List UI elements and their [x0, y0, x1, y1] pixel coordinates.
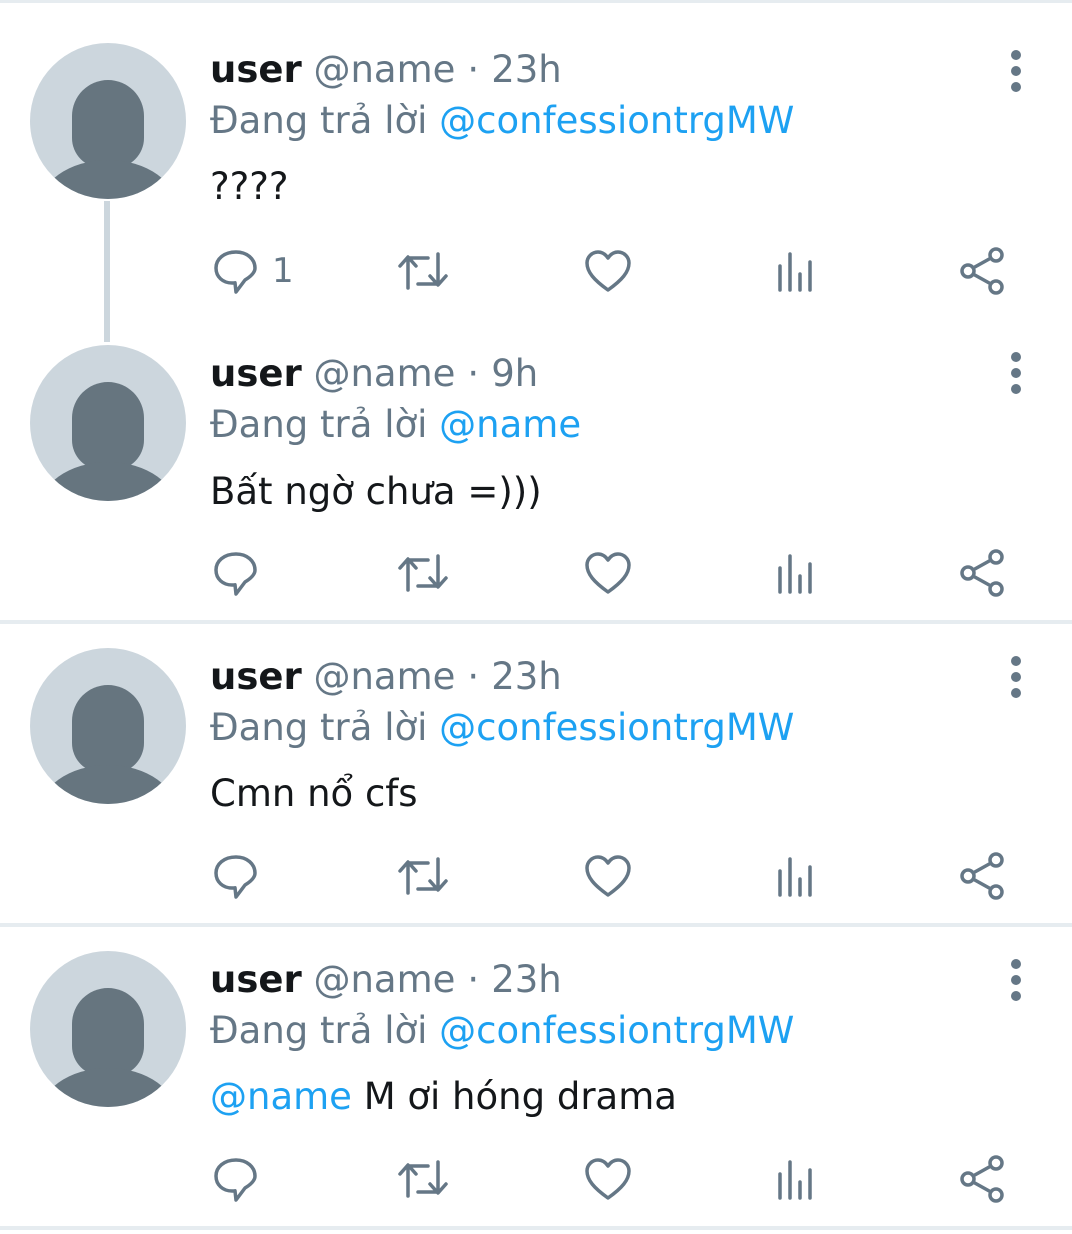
reply-button[interactable]: [212, 1154, 272, 1204]
user-handle[interactable]: @name: [313, 352, 455, 395]
avatar[interactable]: [30, 43, 186, 199]
tweet[interactable]: user @name · 23h Đang trả lời @confessiont…: [0, 606, 1072, 924]
user-handle[interactable]: @name: [313, 958, 455, 1001]
tweet-text: Cmn nổ cfs: [210, 770, 418, 818]
share-nodes-icon: [960, 852, 1004, 900]
analytics-button[interactable]: [776, 548, 816, 598]
tweet-text-body: Bất ngờ chưa =))): [210, 470, 542, 513]
heart-icon: [585, 1158, 631, 1200]
speech-bubble-icon: [214, 552, 257, 596]
tweet-text: Bất ngờ chưa =))): [210, 468, 542, 516]
replying-mention[interactable]: @confessiontrgMW: [439, 1009, 794, 1052]
speech-bubble-icon: [214, 1158, 257, 1202]
bar-chart-icon: [778, 554, 812, 594]
speech-bubble-icon: [214, 855, 257, 899]
replying-to: Đang trả lời @confessiontrgMW: [210, 97, 794, 145]
tweet[interactable]: user @name · 9h Đang trả lời @name Bất ngờ…: [0, 302, 1072, 620]
tweet-text: @name M ơi hóng drama: [210, 1073, 677, 1121]
analytics-button[interactable]: [776, 1154, 816, 1204]
replying-to: Đang trả lời @confessiontrgMW: [210, 1007, 794, 1055]
reply-count: 1: [272, 251, 294, 291]
share-nodes-icon: [960, 549, 1004, 597]
separator-dot: ·: [467, 352, 480, 395]
replying-mention[interactable]: @name: [439, 403, 581, 446]
replying-mention[interactable]: @confessiontrgMW: [439, 706, 794, 749]
replying-prefix: Đang trả lời: [210, 403, 428, 446]
retweet-arrows-icon: [398, 554, 448, 592]
retweet-arrows-icon: [398, 857, 448, 895]
analytics-button[interactable]: [776, 851, 816, 901]
share-button[interactable]: [960, 246, 1006, 296]
replying-to: Đang trả lời @name: [210, 401, 581, 449]
reply-button[interactable]: 1: [212, 246, 294, 296]
retweet-button[interactable]: [396, 1154, 450, 1204]
retweet-arrows-icon: [398, 252, 448, 290]
speech-bubble-icon: [214, 250, 257, 294]
user-name[interactable]: user: [210, 958, 302, 1001]
tweet[interactable]: user @name · 23h Đang trả lời @confessiont…: [0, 909, 1072, 1227]
user-name[interactable]: user: [210, 352, 302, 395]
tweet-text-mention[interactable]: @name: [210, 1075, 352, 1118]
more-options-icon[interactable]: [1000, 350, 1034, 396]
retweet-arrows-icon: [398, 1160, 448, 1198]
like-button[interactable]: [584, 246, 632, 296]
timestamp[interactable]: 23h: [491, 48, 562, 91]
more-options-icon[interactable]: [1000, 654, 1034, 700]
heart-icon: [585, 552, 631, 594]
tweet-header: user @name · 23h: [210, 956, 562, 1004]
user-handle[interactable]: @name: [313, 655, 455, 698]
reply-button[interactable]: [212, 548, 272, 598]
tweet-header: user @name · 23h: [210, 653, 562, 701]
retweet-button[interactable]: [396, 246, 450, 296]
bar-chart-icon: [778, 857, 812, 897]
share-button[interactable]: [960, 851, 1006, 901]
replying-mention[interactable]: @confessiontrgMW: [439, 99, 794, 142]
timestamp[interactable]: 9h: [491, 352, 538, 395]
tweet[interactable]: user @name · 23h Đang trả lời @confessiont…: [0, 0, 1072, 340]
tweet-text-body: Cmn nổ cfs: [210, 772, 418, 815]
tweet-text-body: M ơi hóng drama: [351, 1075, 677, 1118]
tweet-header: user @name · 9h: [210, 350, 538, 398]
retweet-button[interactable]: [396, 548, 450, 598]
retweet-button[interactable]: [396, 851, 450, 901]
heart-icon: [585, 250, 631, 292]
more-options-icon[interactable]: [1000, 957, 1034, 1003]
timestamp[interactable]: 23h: [491, 958, 562, 1001]
replying-to: Đang trả lời @confessiontrgMW: [210, 704, 794, 752]
tweet-text-body: ????: [210, 165, 289, 208]
heart-icon: [585, 855, 631, 897]
replying-prefix: Đang trả lời: [210, 1009, 428, 1052]
user-name[interactable]: user: [210, 48, 302, 91]
more-options-icon[interactable]: [1000, 48, 1034, 94]
avatar[interactable]: [30, 345, 186, 501]
separator-dot: ·: [467, 48, 480, 91]
replying-prefix: Đang trả lời: [210, 99, 428, 142]
like-button[interactable]: [584, 851, 632, 901]
replying-prefix: Đang trả lời: [210, 706, 428, 749]
tweet-feed: user @name · 23h Đang trả lời @confessiont…: [0, 0, 1072, 1234]
like-button[interactable]: [584, 1154, 632, 1204]
share-nodes-icon: [960, 1155, 1004, 1203]
separator-dot: ·: [467, 655, 480, 698]
share-button[interactable]: [960, 548, 1006, 598]
avatar[interactable]: [30, 951, 186, 1107]
share-button[interactable]: [960, 1154, 1006, 1204]
share-nodes-icon: [960, 247, 1004, 295]
avatar[interactable]: [30, 648, 186, 804]
user-handle[interactable]: @name: [313, 48, 455, 91]
tweet-header: user @name · 23h: [210, 46, 562, 94]
tweet-divider: [0, 1226, 1072, 1230]
like-button[interactable]: [584, 548, 632, 598]
separator-dot: ·: [467, 958, 480, 1001]
user-name[interactable]: user: [210, 655, 302, 698]
reply-button[interactable]: [212, 851, 272, 901]
timestamp[interactable]: 23h: [491, 655, 562, 698]
tweet-text: ????: [210, 163, 289, 211]
bar-chart-icon: [778, 252, 812, 292]
analytics-button[interactable]: [776, 246, 816, 296]
bar-chart-icon: [778, 1160, 812, 1200]
